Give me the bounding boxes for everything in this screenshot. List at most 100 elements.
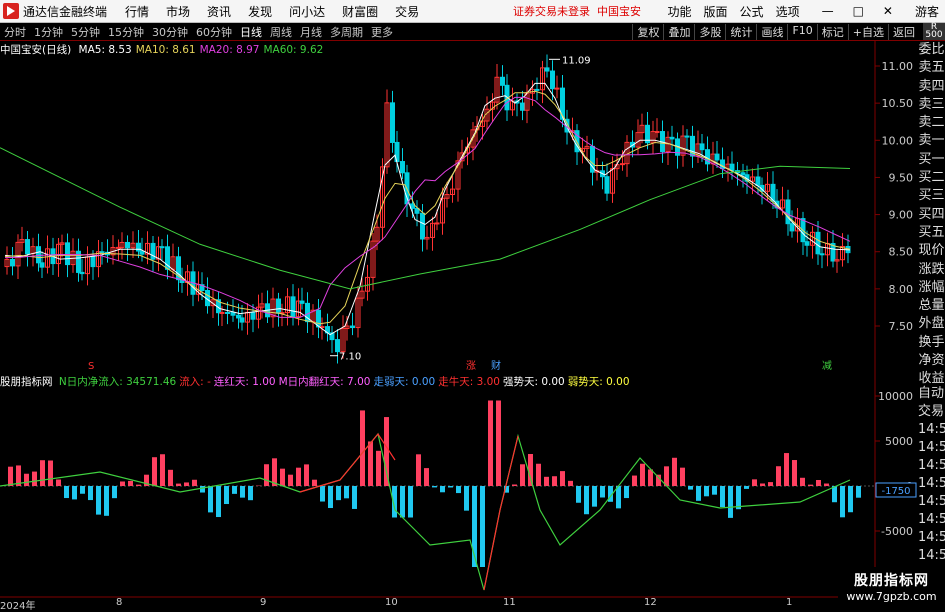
tool-button-7[interactable]: +自选 bbox=[848, 24, 888, 40]
ind-bar bbox=[688, 486, 693, 490]
candle-body bbox=[685, 136, 689, 137]
indicator-item-6: 强势天: 0.00 bbox=[503, 376, 565, 388]
event-marker-s2: 涨 bbox=[466, 360, 476, 372]
period-tabs: 分时 1分钟 5分钟 15分钟 30分钟 60分钟日线周线月线多周期更多 bbox=[0, 24, 401, 40]
menu-item-2[interactable]: 资讯 bbox=[207, 3, 231, 20]
ind-bar bbox=[184, 482, 189, 486]
menu-formula[interactable]: 公式 bbox=[740, 3, 764, 20]
menu-item-6[interactable]: 交易 bbox=[395, 3, 419, 20]
ind-bar bbox=[64, 486, 69, 498]
ind-bar bbox=[576, 486, 581, 503]
tool-button-0[interactable]: 复权 bbox=[632, 24, 663, 40]
tab-period-6[interactable]: 日线 bbox=[240, 24, 262, 40]
candle-body bbox=[251, 312, 255, 319]
tab-period-8[interactable]: 月线 bbox=[300, 24, 322, 40]
watermark: 股朋指标网 www.7gpzb.com bbox=[838, 567, 945, 609]
event-marker-s3: 财 bbox=[491, 359, 501, 372]
candle-body bbox=[655, 132, 659, 133]
tab-period-0[interactable]: 分时 bbox=[4, 24, 26, 40]
ind-bar bbox=[632, 476, 637, 486]
candle-body bbox=[351, 326, 355, 328]
ind-bar bbox=[352, 486, 357, 509]
tool-button-4[interactable]: 画线 bbox=[756, 24, 787, 40]
candle-body bbox=[555, 88, 559, 89]
ind-bar bbox=[456, 486, 461, 493]
ind-bar bbox=[312, 480, 317, 486]
tab-period-4[interactable]: 30分钟 bbox=[152, 24, 188, 40]
quote-label-9: 买四 bbox=[918, 206, 945, 224]
candle-body bbox=[605, 177, 609, 193]
ind-bar bbox=[672, 458, 677, 486]
menu-layout[interactable]: 版面 bbox=[704, 3, 728, 20]
ind-bar bbox=[360, 410, 365, 486]
login-notice[interactable]: 证券交易未登录 中国宝安 bbox=[513, 3, 641, 19]
trade-label-5: 14:56 bbox=[918, 475, 945, 493]
tool-button-8[interactable]: 返回 bbox=[888, 24, 919, 40]
menu-item-0[interactable]: 行情 bbox=[125, 3, 149, 20]
ind-bar bbox=[328, 486, 333, 508]
ind-bar bbox=[120, 481, 125, 486]
ind-bar bbox=[432, 486, 437, 487]
ind-bar bbox=[568, 481, 573, 486]
ind-bar bbox=[800, 478, 805, 486]
ind-bar bbox=[440, 486, 445, 492]
tab-period-10[interactable]: 更多 bbox=[371, 24, 393, 40]
tab-period-5[interactable]: 60分钟 bbox=[196, 24, 232, 40]
quote-label-1: 卖五 bbox=[918, 59, 945, 77]
ind-bar bbox=[720, 486, 725, 507]
ind-bar bbox=[80, 486, 85, 494]
trade-label-7: 14:56 bbox=[918, 511, 945, 529]
candle-body bbox=[545, 68, 549, 71]
ind-bar bbox=[592, 486, 597, 507]
ind-bar bbox=[424, 468, 429, 486]
ind-bar bbox=[616, 486, 621, 508]
tab-period-1[interactable]: 1分钟 bbox=[34, 24, 63, 40]
ind-bar bbox=[528, 454, 533, 486]
trade-label-8: 14:56 bbox=[918, 529, 945, 547]
ind-tick-label: -5000 bbox=[881, 525, 913, 538]
tool-button-1[interactable]: 叠加 bbox=[663, 24, 694, 40]
guest-user[interactable]: 游客 bbox=[915, 3, 939, 20]
tab-period-2[interactable]: 5分钟 bbox=[71, 24, 100, 40]
ind-bar bbox=[224, 486, 229, 504]
ind-bar bbox=[288, 475, 293, 486]
ind-bar bbox=[744, 486, 749, 489]
tool-button-2[interactable]: 多股 bbox=[694, 24, 725, 40]
quote-label-16: 换手 bbox=[918, 334, 945, 352]
menu-options[interactable]: 选项 bbox=[776, 3, 800, 20]
r-tag: R 500 bbox=[923, 23, 945, 40]
trade-panel: 自动交易14:5614:5614:5614:5614:5614:5614:561… bbox=[918, 385, 945, 583]
event-marker-s4: 减 bbox=[822, 360, 832, 372]
tool-button-3[interactable]: 统计 bbox=[725, 24, 756, 40]
ind-bar bbox=[808, 485, 813, 486]
ind-bar bbox=[488, 401, 493, 487]
indicator-item-4: 走弱天: 0.00 bbox=[373, 376, 435, 388]
menu-item-1[interactable]: 市场 bbox=[166, 3, 190, 20]
minimize-icon[interactable]: — bbox=[822, 4, 834, 18]
ind-bar bbox=[32, 472, 37, 486]
ind-bar bbox=[712, 486, 717, 495]
ind-bar bbox=[448, 486, 453, 487]
tab-period-7[interactable]: 周线 bbox=[270, 24, 292, 40]
ind-bar bbox=[480, 486, 485, 567]
kline-chart[interactable]: 11.0010.5010.009.509.008.508.007.5010000… bbox=[0, 40, 918, 609]
candle-body bbox=[277, 299, 281, 313]
indicator-item-2: 连红天: 1.00 bbox=[214, 376, 276, 388]
menu-item-3[interactable]: 发现 bbox=[248, 3, 272, 20]
ind-bar bbox=[368, 441, 373, 486]
date-tick-3: 10 bbox=[385, 597, 398, 608]
tool-button-6[interactable]: 标记 bbox=[817, 24, 848, 40]
ind-bar bbox=[752, 479, 757, 486]
close-icon[interactable]: ✕ bbox=[883, 4, 893, 18]
tool-button-5[interactable]: F10 bbox=[787, 24, 816, 40]
menu-function[interactable]: 功能 bbox=[668, 3, 692, 20]
maximize-icon[interactable]: □ bbox=[853, 4, 864, 18]
menu-item-5[interactable]: 财富圈 bbox=[342, 3, 378, 20]
tab-period-9[interactable]: 多周期 bbox=[330, 24, 363, 40]
candle-body bbox=[730, 164, 734, 170]
menu-item-4[interactable]: 问小达 bbox=[289, 3, 325, 20]
tab-period-3[interactable]: 15分钟 bbox=[108, 24, 144, 40]
candle-body bbox=[66, 243, 70, 265]
candle-body bbox=[226, 312, 230, 313]
cursor-value: -1750 bbox=[881, 486, 910, 497]
